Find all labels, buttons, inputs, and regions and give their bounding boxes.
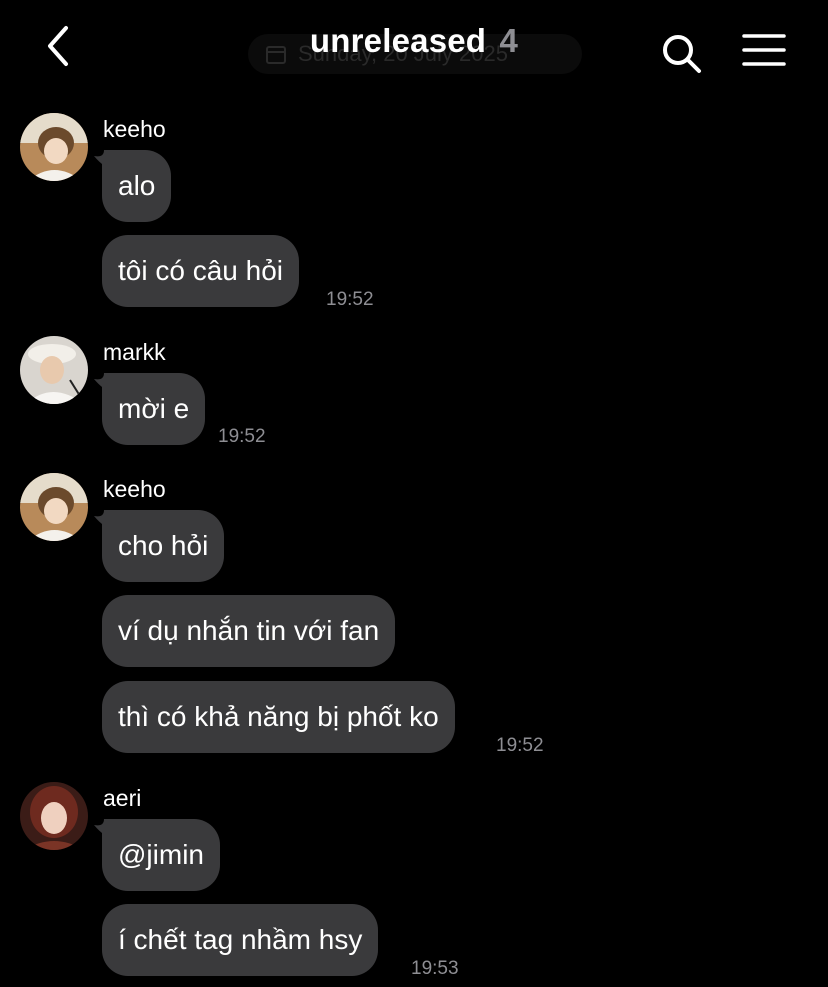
profile-photo-icon bbox=[20, 336, 88, 404]
message-bubble[interactable]: @jimin bbox=[102, 819, 220, 891]
message-bubble[interactable]: tôi có câu hỏi bbox=[102, 235, 299, 307]
message-bubble[interactable]: ví dụ nhắn tin với fan bbox=[102, 595, 396, 667]
message-bubble[interactable]: í chết tag nhầm hsy bbox=[102, 904, 379, 976]
avatar[interactable] bbox=[20, 336, 88, 404]
message-bubble[interactable]: thì có khả năng bị phốt ko bbox=[102, 681, 455, 753]
message-bubble[interactable]: mời e bbox=[102, 373, 206, 445]
sender-name: aeri bbox=[103, 785, 142, 811]
avatar[interactable] bbox=[20, 113, 88, 181]
message-timestamp: 19:52 bbox=[218, 426, 266, 447]
avatar[interactable] bbox=[20, 782, 88, 850]
sender-name: markk bbox=[103, 339, 166, 365]
message-list: keeho alo tôi có câu hỏi 19:52 markk mời… bbox=[0, 0, 828, 987]
profile-photo-icon bbox=[20, 473, 88, 541]
message-timestamp: 19:53 bbox=[411, 958, 459, 979]
message-timestamp: 19:52 bbox=[496, 735, 544, 756]
message-timestamp: 19:52 bbox=[326, 289, 374, 310]
sender-name: keeho bbox=[103, 476, 166, 502]
message-bubble[interactable]: alo bbox=[102, 150, 172, 222]
profile-photo-icon bbox=[20, 113, 88, 181]
sender-name: keeho bbox=[103, 116, 166, 142]
message-bubble[interactable]: cho hỏi bbox=[102, 510, 225, 582]
profile-photo-icon bbox=[20, 782, 88, 850]
avatar[interactable] bbox=[20, 473, 88, 541]
